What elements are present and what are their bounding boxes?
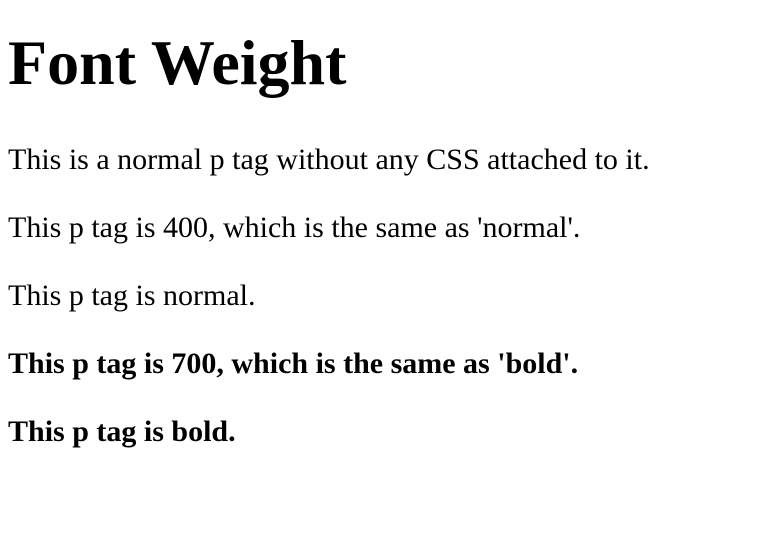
- paragraph-default: This is a normal p tag without any CSS a…: [8, 143, 650, 176]
- page-title: Font Weight: [8, 27, 347, 98]
- paragraph-weight-700: This p tag is 700, which is the same as …: [8, 347, 579, 380]
- paragraph-weight-400: This p tag is 400, which is the same as …: [8, 211, 581, 244]
- paragraph-weight-normal: This p tag is normal.: [8, 279, 256, 312]
- paragraph-weight-bold: This p tag is bold.: [8, 415, 236, 448]
